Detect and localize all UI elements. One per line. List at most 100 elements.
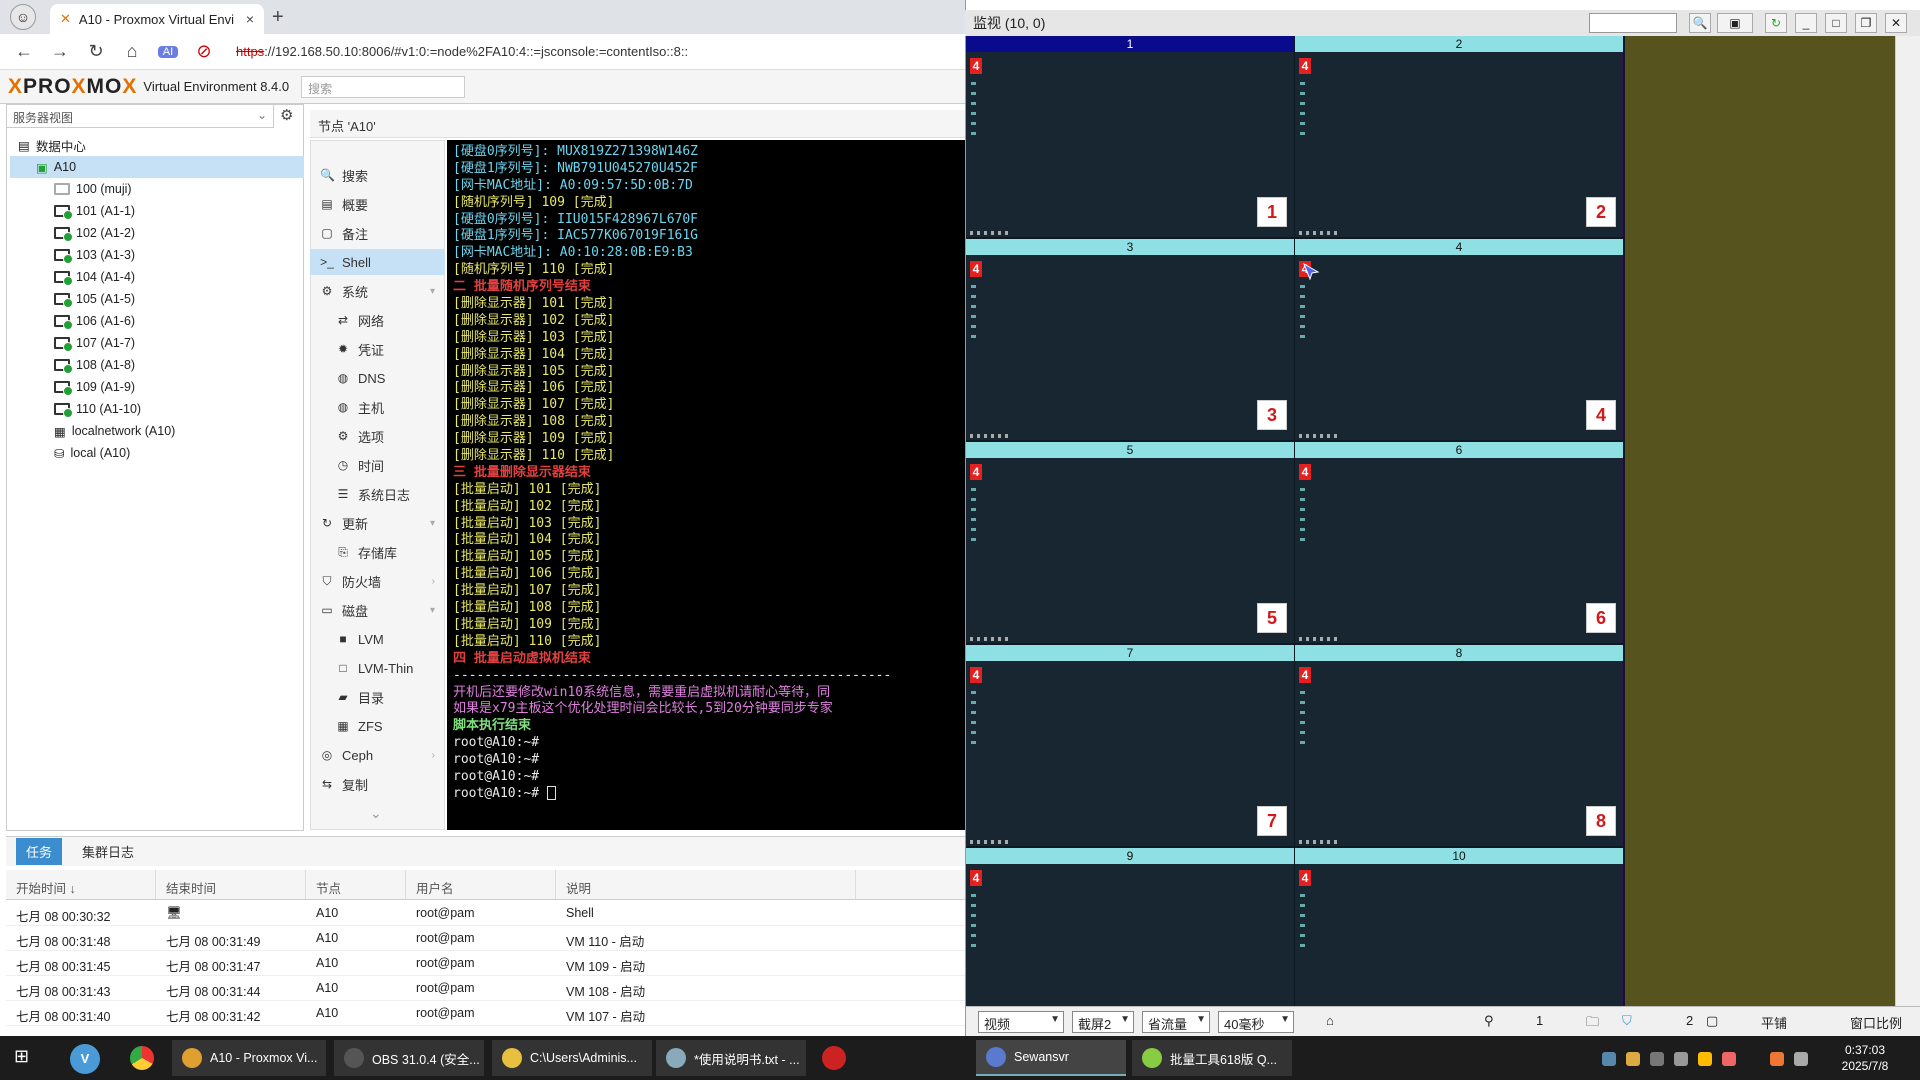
cell-header[interactable]: 2 bbox=[1295, 36, 1623, 52]
tree-item[interactable]: 100 (muji) bbox=[10, 178, 304, 200]
traffic-select[interactable]: 省流量 ▼ bbox=[1142, 1011, 1210, 1033]
blank-icon[interactable]: ▢ bbox=[1706, 1013, 1718, 1029]
table-row[interactable]: 七月 08 00:31:45 七月 08 00:31:47 A10 root@pam V… bbox=[6, 951, 965, 976]
vm-screen-cell[interactable]: 42 bbox=[1295, 52, 1623, 237]
vm-screen-cell[interactable]: 43 bbox=[966, 255, 1294, 440]
cell-header[interactable]: 7 bbox=[966, 645, 1294, 661]
home-icon[interactable]: ⌂ bbox=[1326, 1013, 1334, 1028]
menu-scroll-down-icon[interactable]: ⌄ bbox=[370, 805, 382, 822]
taskbar-app[interactable]: A10 - Proxmox Vi... bbox=[172, 1040, 326, 1076]
menu-item[interactable]: ▦ ZFS bbox=[310, 713, 445, 739]
gear-icon[interactable]: ⚙ bbox=[280, 106, 293, 124]
tree-item[interactable]: 102 (A1-2) bbox=[10, 222, 304, 244]
taskbar-clock[interactable]: 0:37:03 2025/7/8 bbox=[1820, 1042, 1910, 1074]
restore-icon[interactable]: ❐ bbox=[1855, 13, 1877, 33]
menu-item[interactable]: ⇆ 复制 bbox=[310, 771, 445, 797]
menu-item[interactable]: ↻ 更新 ▾ bbox=[310, 510, 445, 536]
tree-item[interactable]: 106 (A1-6) bbox=[10, 310, 304, 332]
menu-item[interactable]: ⎘ 存储库 bbox=[310, 539, 445, 565]
menu-item[interactable]: 🔍 搜索 bbox=[310, 162, 445, 188]
interval-select[interactable]: 40毫秒 ▼ bbox=[1218, 1011, 1294, 1033]
tree-item[interactable]: 105 (A1-5) bbox=[10, 288, 304, 310]
menu-item[interactable]: ■ LVM bbox=[310, 626, 445, 652]
tree-item[interactable]: 103 (A1-3) bbox=[10, 244, 304, 266]
cell-header[interactable]: 1 bbox=[966, 36, 1294, 52]
menu-item[interactable]: ▤ 概要 bbox=[310, 191, 445, 217]
new-tab-button[interactable]: + bbox=[272, 6, 284, 29]
cell-header[interactable]: 9 bbox=[966, 848, 1294, 864]
tray-folder-icon[interactable] bbox=[1626, 1052, 1640, 1066]
refresh-icon[interactable]: ↻ bbox=[1765, 13, 1787, 33]
find-icon[interactable]: 🔍 bbox=[1689, 13, 1711, 33]
menu-expand-icon[interactable]: ▾ bbox=[430, 605, 435, 616]
menu-item[interactable]: ▰ 目录 bbox=[310, 684, 445, 710]
col-description[interactable]: 说明 bbox=[556, 870, 856, 899]
cell-header[interactable]: 3 bbox=[966, 239, 1294, 255]
screenshot-select[interactable]: 截屏2 ▼ bbox=[1072, 1011, 1134, 1033]
tree-item[interactable]: 107 (A1-7) bbox=[10, 332, 304, 354]
tray-alert-icon[interactable] bbox=[1722, 1052, 1736, 1066]
browser-tab-active[interactable]: ✕ A10 - Proxmox Virtual Envi × bbox=[50, 4, 264, 34]
folder-icon[interactable]: 🗀 bbox=[1586, 1013, 1599, 1035]
vm-screen-cell[interactable]: 47 bbox=[966, 661, 1294, 846]
tab-tasks[interactable]: 任务 bbox=[16, 838, 63, 865]
record-app-icon[interactable] bbox=[822, 1046, 846, 1070]
binoculars-icon[interactable]: ⚲ bbox=[1484, 1013, 1494, 1029]
tab-cluster-log[interactable]: 集群日志 bbox=[72, 838, 144, 865]
vm-screen-cell[interactable]: 46 bbox=[1295, 458, 1623, 643]
tray-mic-icon[interactable] bbox=[1674, 1052, 1688, 1066]
col-end-time[interactable]: 结束时间 bbox=[156, 870, 306, 899]
shell-terminal[interactable]: [硬盘0序列号]: MUX819Z271398W146Z [硬盘1序列号]: NW… bbox=[447, 140, 965, 830]
monitor-scrollbar[interactable] bbox=[1895, 36, 1920, 1006]
tree-item[interactable]: 110 (A1-10) bbox=[10, 398, 304, 420]
taskbar-app[interactable]: OBS 31.0.4 (安全... bbox=[334, 1040, 484, 1076]
menu-expand-icon[interactable]: › bbox=[432, 750, 435, 761]
menu-expand-icon[interactable]: › bbox=[432, 576, 435, 587]
tree-item[interactable]: 108 (A1-8) bbox=[10, 354, 304, 376]
server-view-select[interactable]: 服务器视图 ⌄ bbox=[6, 104, 274, 128]
tile-button[interactable]: 平铺 bbox=[1761, 1013, 1787, 1032]
reload-icon[interactable]: ↻ bbox=[86, 41, 106, 62]
menu-item[interactable]: ⛉ 防火墙 › bbox=[310, 568, 445, 594]
v-app-icon[interactable]: V bbox=[70, 1044, 100, 1074]
taskbar-app[interactable]: Sewansvr bbox=[976, 1040, 1126, 1076]
menu-item[interactable]: ✹ 凭证 bbox=[310, 336, 445, 362]
menu-item[interactable]: ⇄ 网络 bbox=[310, 307, 445, 333]
taskbar-app[interactable]: 批量工具618版 Q... bbox=[1132, 1040, 1292, 1076]
menu-item[interactable]: ⚙ 选项 bbox=[310, 423, 445, 449]
video-select[interactable]: 视频 ▼ bbox=[978, 1011, 1064, 1033]
window-ratio-button[interactable]: 窗口比例 bbox=[1850, 1013, 1902, 1032]
screen-icon[interactable]: ▣ bbox=[1717, 13, 1753, 33]
shield-icon[interactable]: ⛉ bbox=[1622, 1013, 1632, 1029]
tray-network-icon[interactable] bbox=[1794, 1052, 1808, 1066]
menu-item[interactable]: □ LVM-Thin bbox=[310, 655, 445, 681]
menu-item[interactable]: ▭ 磁盘 ▾ bbox=[310, 597, 445, 623]
minimize-icon[interactable]: _ bbox=[1795, 13, 1817, 33]
forward-arrow-icon[interactable]: → bbox=[50, 41, 70, 62]
back-arrow-icon[interactable]: ← bbox=[14, 41, 34, 62]
vm-screen-cell[interactable]: 45 bbox=[966, 458, 1294, 643]
menu-item[interactable]: ⚙ 系统 ▾ bbox=[310, 278, 445, 304]
maximize-icon[interactable]: □ bbox=[1825, 13, 1847, 33]
close-icon[interactable]: ✕ bbox=[1885, 13, 1907, 33]
grid-count[interactable]: 2 bbox=[1686, 1013, 1693, 1028]
col-node[interactable]: 节点 bbox=[306, 870, 406, 899]
table-row[interactable]: 七月 08 00:31:48 七月 08 00:31:49 A10 root@pam V… bbox=[6, 926, 965, 951]
menu-item[interactable]: ◍ DNS bbox=[310, 365, 445, 391]
windows-start-icon[interactable]: ⊞ bbox=[14, 1046, 29, 1067]
insecure-lock-icon[interactable]: ⊘ bbox=[194, 41, 214, 62]
tray-network-app-icon[interactable] bbox=[1602, 1052, 1616, 1066]
tree-item[interactable]: ▦ localnetwork (A10) bbox=[10, 420, 304, 442]
monitor-search-input[interactable] bbox=[1589, 13, 1677, 33]
table-row[interactable]: 七月 08 00:31:43 七月 08 00:31:44 A10 root@pam V… bbox=[6, 976, 965, 1001]
ai-extension-icon[interactable]: AI bbox=[158, 45, 178, 58]
col-user[interactable]: 用户名 bbox=[406, 870, 556, 899]
vm-screen-cell[interactable]: 44 bbox=[1295, 255, 1623, 440]
menu-item[interactable]: ◍ 主机 bbox=[310, 394, 445, 420]
tree-item[interactable]: 101 (A1-1) bbox=[10, 200, 304, 222]
menu-expand-icon[interactable]: ▾ bbox=[430, 518, 435, 529]
cell-header[interactable]: 4 bbox=[1295, 239, 1623, 255]
menu-item[interactable]: >_ Shell bbox=[310, 249, 445, 275]
cell-header[interactable]: 8 bbox=[1295, 645, 1623, 661]
vm-screen-cell[interactable]: 48 bbox=[1295, 661, 1623, 846]
